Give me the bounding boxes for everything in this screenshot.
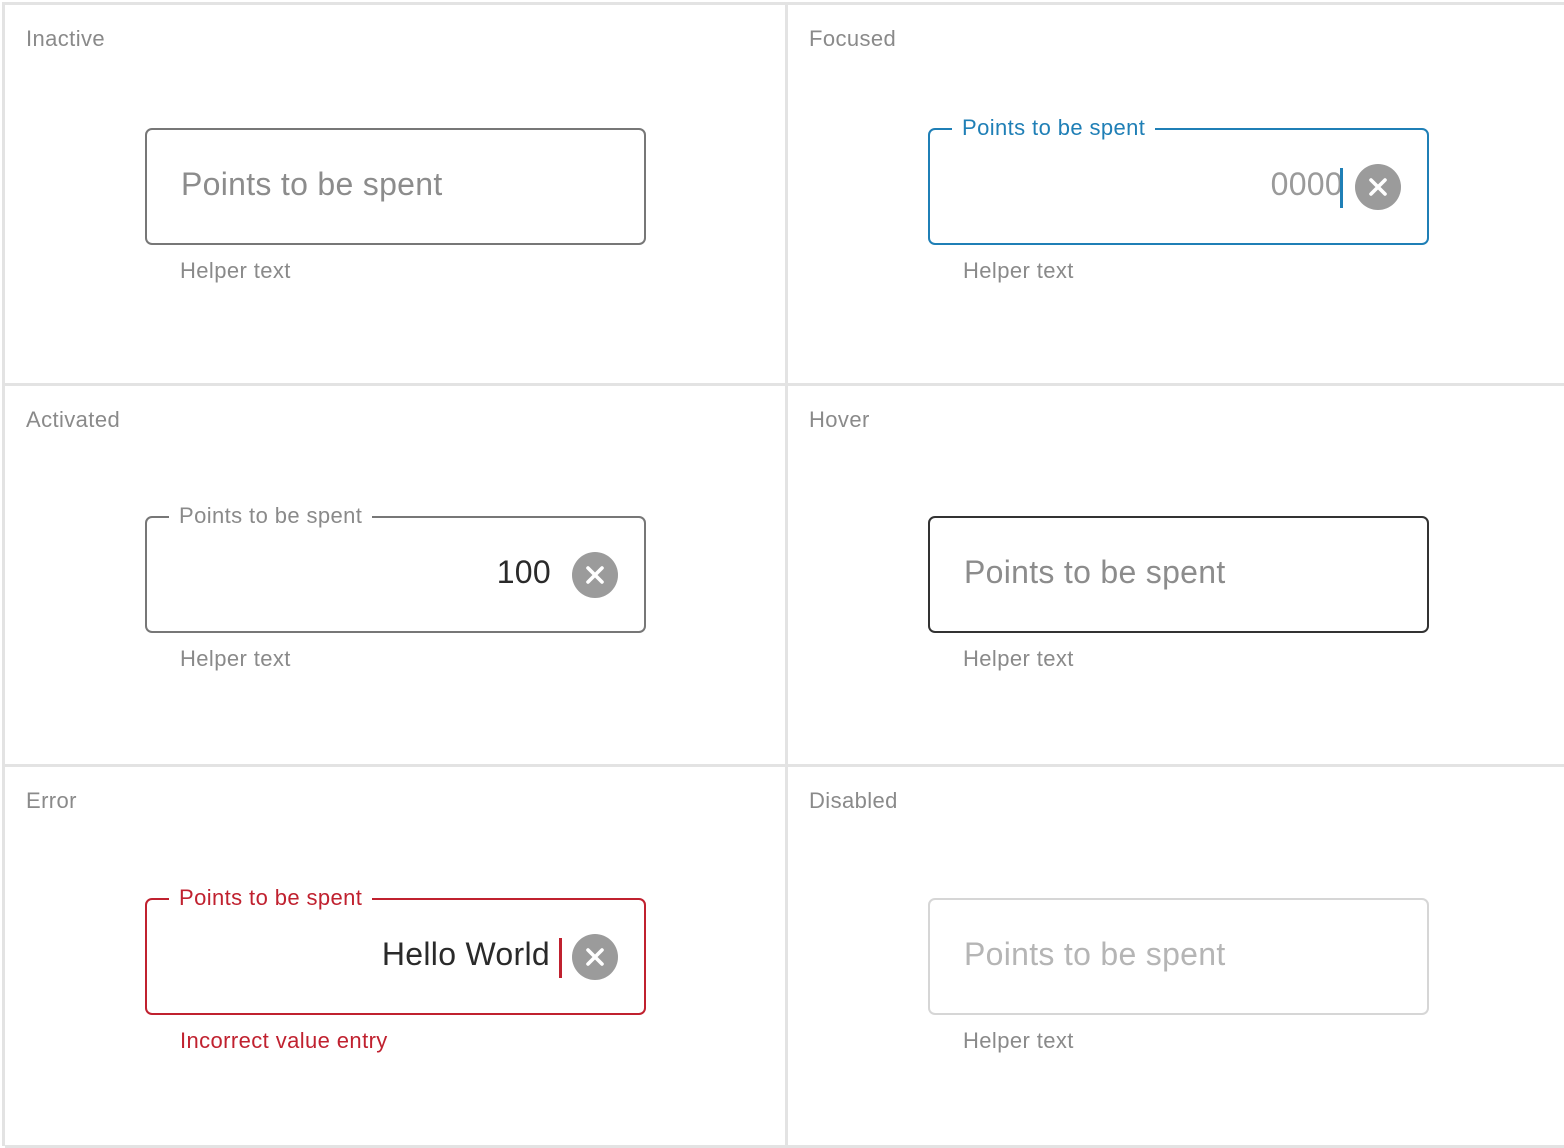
helper-text: Helper text	[180, 258, 291, 283]
state-title: Activated	[26, 407, 121, 432]
error-message: Incorrect value entry	[180, 1028, 388, 1053]
state-cell-disabled: Disabled Points to be spent Helper text	[788, 767, 1564, 1148]
state-cell-focused: Focused Points to be spent 0000 Helper t…	[788, 5, 1564, 386]
state-cell-error: Error Points to be spent Hello World Inc…	[5, 767, 788, 1148]
points-input-focused[interactable]: Points to be spent 0000	[928, 115, 1429, 245]
state-title: Error	[26, 788, 77, 813]
floating-label: Points to be spent	[169, 885, 373, 911]
clear-icon[interactable]	[572, 552, 618, 598]
points-input-disabled: Points to be spent	[928, 898, 1429, 1015]
points-input-activated[interactable]: Points to be spent 100	[145, 503, 646, 633]
state-title: Disabled	[809, 788, 898, 813]
text-caret	[1340, 168, 1343, 208]
input-value: Hello World	[381, 936, 550, 972]
floating-label: Points to be spent	[169, 503, 373, 529]
floating-label: Points to be spent	[952, 115, 1156, 141]
helper-text: Helper text	[180, 646, 291, 671]
state-cell-inactive: Inactive Points to be spent Helper text	[5, 5, 788, 386]
state-title: Inactive	[26, 26, 106, 51]
points-input-hover[interactable]: Points to be spent	[928, 516, 1429, 633]
clear-icon[interactable]	[1355, 164, 1401, 210]
state-cell-hover: Hover Points to be spent Helper text	[788, 386, 1564, 767]
text-caret	[559, 938, 562, 978]
states-grid: Inactive Points to be spent Helper text …	[2, 2, 1564, 1148]
helper-text: Helper text	[963, 646, 1074, 671]
clear-icon[interactable]	[572, 934, 618, 980]
points-input-inactive[interactable]: Points to be spent	[145, 128, 646, 245]
state-cell-activated: Activated Points to be spent 100 Helper …	[5, 386, 788, 767]
points-input-error[interactable]: Points to be spent Hello World	[145, 885, 646, 1015]
helper-text: Helper text	[963, 1028, 1074, 1053]
input-placeholder: Points to be spent	[964, 554, 1226, 590]
input-value-placeholder: 0000	[1270, 166, 1343, 202]
input-placeholder: Points to be spent	[181, 166, 443, 202]
helper-text: Helper text	[963, 258, 1074, 283]
state-title: Hover	[809, 407, 870, 432]
input-placeholder: Points to be spent	[964, 936, 1226, 972]
input-value: 100	[496, 554, 551, 590]
state-title: Focused	[809, 26, 897, 51]
